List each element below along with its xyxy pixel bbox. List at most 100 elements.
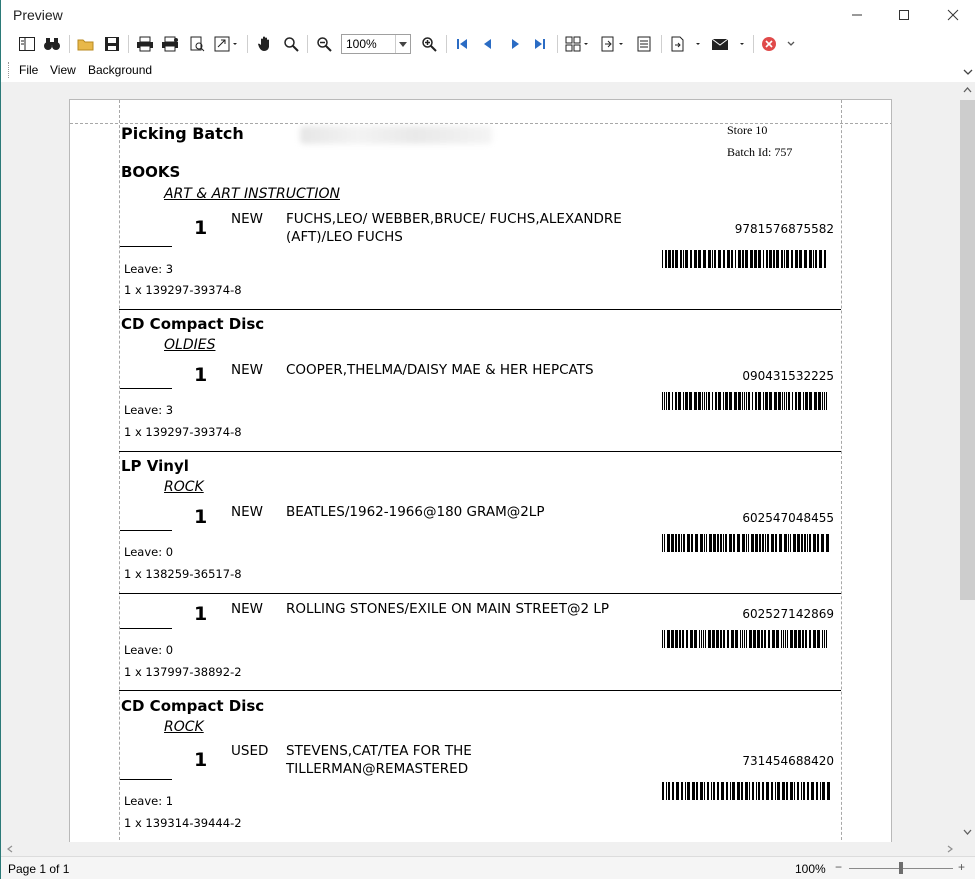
barcode-bar xyxy=(746,534,747,552)
maximize-button[interactable] xyxy=(881,0,927,30)
scroll-down-icon[interactable] xyxy=(959,823,975,840)
menu-background[interactable]: Background xyxy=(88,63,152,77)
open-document-button[interactable] xyxy=(598,33,628,55)
section-divider xyxy=(119,309,841,310)
watermark-button[interactable] xyxy=(633,33,655,55)
barcode-bar xyxy=(795,250,798,268)
barcode-bar xyxy=(686,630,688,648)
barcode-bar xyxy=(694,392,697,410)
barcode-bar xyxy=(817,630,820,648)
export-button[interactable] xyxy=(668,33,704,55)
first-page-button[interactable] xyxy=(452,33,472,55)
minimize-icon xyxy=(852,14,862,16)
barcode-bar xyxy=(707,782,709,800)
status-zoom-in-button[interactable]: + xyxy=(958,860,965,874)
barcode-bar xyxy=(701,630,702,648)
vertical-scroll-thumb[interactable] xyxy=(960,100,975,600)
barcode-bar xyxy=(682,630,684,648)
barcode-bar xyxy=(727,250,730,268)
horizontal-scrollbar[interactable] xyxy=(1,842,959,856)
close-button[interactable] xyxy=(930,0,975,30)
scroll-up-icon[interactable] xyxy=(959,82,975,99)
magnifier-button[interactable] xyxy=(280,33,302,55)
print-button[interactable] xyxy=(134,33,156,55)
status-zoom-out-button[interactable]: − xyxy=(835,860,842,874)
barcode-bar xyxy=(721,782,724,800)
scroll-right-icon[interactable] xyxy=(943,842,957,856)
minimize-button[interactable] xyxy=(834,0,880,30)
barcode-bar xyxy=(742,534,745,552)
barcode-bar xyxy=(735,630,738,648)
page-setup-button[interactable] xyxy=(186,33,208,55)
multiple-pages-button[interactable] xyxy=(564,33,592,55)
zoom-slider-thumb[interactable] xyxy=(899,862,903,874)
toggle-sidebar-button[interactable] xyxy=(16,33,38,55)
barcode-bar xyxy=(678,392,681,410)
last-page-button[interactable] xyxy=(530,33,550,55)
barcode-bar xyxy=(801,534,803,552)
menu-file[interactable]: File xyxy=(19,63,38,77)
barcode-bar xyxy=(718,392,721,410)
barcode-bar xyxy=(744,392,745,410)
barcode-bar xyxy=(822,782,825,800)
save-button[interactable] xyxy=(101,33,123,55)
category-heading: CD Compact Disc xyxy=(121,315,265,333)
barcode-bar xyxy=(762,782,764,800)
check-line xyxy=(120,628,172,629)
zoom-in-button[interactable] xyxy=(418,33,440,55)
find-button[interactable] xyxy=(41,33,63,55)
item-condition: USED xyxy=(231,743,269,759)
subcategory-heading: OLDIES xyxy=(164,337,216,353)
subcategory-heading: ART & ART INSTRUCTION xyxy=(164,186,340,202)
next-page-button[interactable] xyxy=(505,33,525,55)
barcode-bar xyxy=(704,782,705,800)
barcode-bar xyxy=(715,392,717,410)
section-divider xyxy=(119,690,841,691)
barcode-bar xyxy=(814,392,817,410)
preview-viewport[interactable]: Picking Batch Store 10 Batch Id: 757 BOO… xyxy=(1,82,959,842)
maximize-icon xyxy=(899,10,909,20)
barcode-bar xyxy=(807,782,809,800)
barcode-bar xyxy=(788,392,790,410)
barcode-bar xyxy=(778,392,781,410)
barcode-bar xyxy=(725,392,728,410)
quick-print-button[interactable] xyxy=(159,33,181,55)
zoom-combobox[interactable]: 100% xyxy=(341,34,411,54)
barcode-bar xyxy=(694,250,697,268)
chevron-down-icon[interactable] xyxy=(395,35,410,53)
previous-page-button[interactable] xyxy=(478,33,498,55)
barcode-bar xyxy=(827,782,830,800)
barcode-bar xyxy=(819,250,822,268)
close-preview-button[interactable] xyxy=(760,33,800,55)
item-code: 1 x 137997-38892-2 xyxy=(124,665,242,679)
barcode-bar xyxy=(664,630,665,648)
barcode-bar xyxy=(664,392,665,410)
barcode-bar xyxy=(781,250,783,268)
scroll-left-icon[interactable] xyxy=(3,842,17,856)
barcode-bar xyxy=(809,630,811,648)
barcode-bar xyxy=(804,534,806,552)
email-button[interactable] xyxy=(710,33,748,55)
report-title: Picking Batch xyxy=(121,124,244,143)
barcode-bar xyxy=(813,630,816,648)
barcode-bar xyxy=(733,534,735,552)
open-button[interactable] xyxy=(75,33,97,55)
report-page: Picking Batch Store 10 Batch Id: 757 BOO… xyxy=(69,99,892,842)
leave-count: Leave: 0 xyxy=(124,643,174,657)
menu-view[interactable]: View xyxy=(50,63,76,77)
category-heading: CD Compact Disc xyxy=(121,697,265,715)
scale-button[interactable] xyxy=(212,33,242,55)
vertical-scrollbar[interactable] xyxy=(959,82,975,842)
leave-count: Leave: 1 xyxy=(124,794,174,808)
zoom-out-button[interactable] xyxy=(313,33,335,55)
barcode-bar xyxy=(685,392,688,410)
hand-tool-button[interactable] xyxy=(254,33,276,55)
barcode-bar xyxy=(696,782,698,800)
barcode-bar xyxy=(740,630,741,648)
barcode-bar xyxy=(713,534,716,552)
barcode-bar xyxy=(671,630,674,648)
barcode-bar xyxy=(672,392,673,410)
redacted-text xyxy=(300,126,492,144)
item-description: COOPER,THELMA/DAISY MAE & HER HEPCATS xyxy=(286,362,594,378)
chevron-down-icon[interactable] xyxy=(963,63,973,81)
